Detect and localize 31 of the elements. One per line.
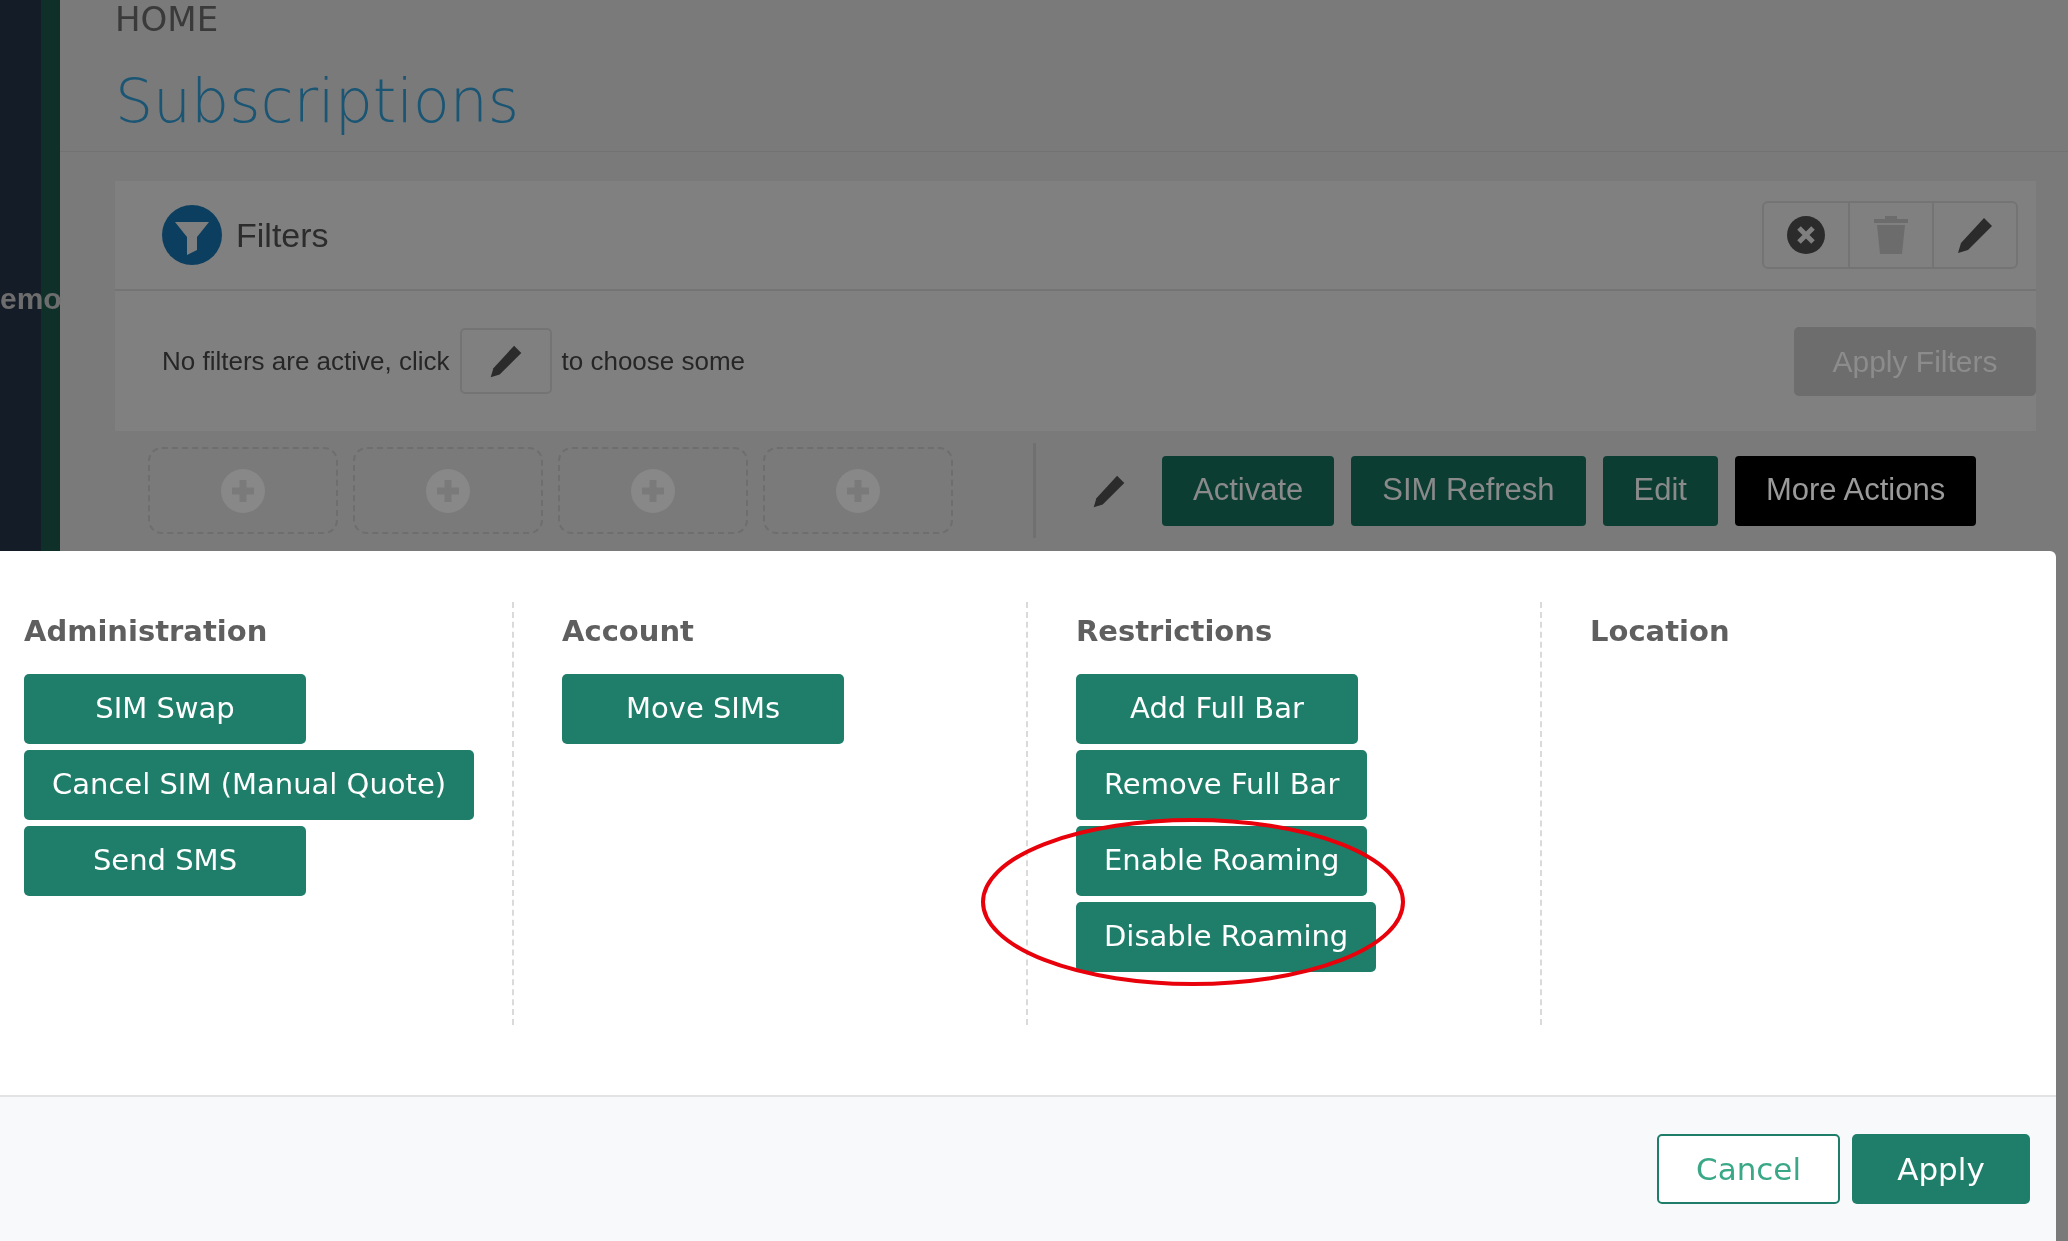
filters-title: Filters <box>236 214 329 256</box>
page-title: Subscriptions <box>115 65 520 138</box>
action-button[interactable]: Move SIMs <box>562 673 844 744</box>
action-button[interactable]: Edit <box>1602 455 1718 526</box>
action-button[interactable]: Enable Roaming <box>1076 825 1368 896</box>
column-heading: Location <box>1590 613 1731 650</box>
action-button[interactable]: SIM Swap <box>24 673 306 744</box>
action-button[interactable]: Send SMS <box>24 825 306 896</box>
filters-message: to choose some <box>561 344 746 378</box>
breadcrumb[interactable]: HOME <box>115 0 219 45</box>
action-button[interactable]: SIM Refresh <box>1351 455 1586 526</box>
column-heading: Account <box>562 613 695 650</box>
close-icon <box>1787 216 1825 254</box>
cancel-button[interactable]: Cancel <box>1657 1134 1840 1204</box>
filter-icon <box>162 204 222 266</box>
empty-filter-slot[interactable] <box>558 447 748 534</box>
empty-filter-slot[interactable] <box>763 447 953 534</box>
empty-filter-slot[interactable] <box>148 447 338 534</box>
action-button[interactable]: Add Full Bar <box>1076 673 1358 744</box>
pencil-icon <box>1955 215 1995 255</box>
action-button[interactable]: More Actions <box>1735 455 1977 526</box>
filters-message: No filters are active, click <box>162 344 450 378</box>
action-button[interactable]: Remove Full Bar <box>1076 749 1368 820</box>
choose-filters-button[interactable] <box>459 328 552 394</box>
apply-button[interactable]: Apply <box>1852 1134 2030 1204</box>
empty-filter-slot[interactable] <box>353 447 543 534</box>
action-button[interactable]: Activate <box>1162 455 1335 526</box>
column-heading: Administration <box>24 613 269 650</box>
action-button[interactable]: Cancel SIM (Manual Quote) <box>24 749 475 820</box>
column-heading: Restrictions <box>1076 613 1274 650</box>
action-button[interactable]: Disable Roaming <box>1076 901 1377 972</box>
